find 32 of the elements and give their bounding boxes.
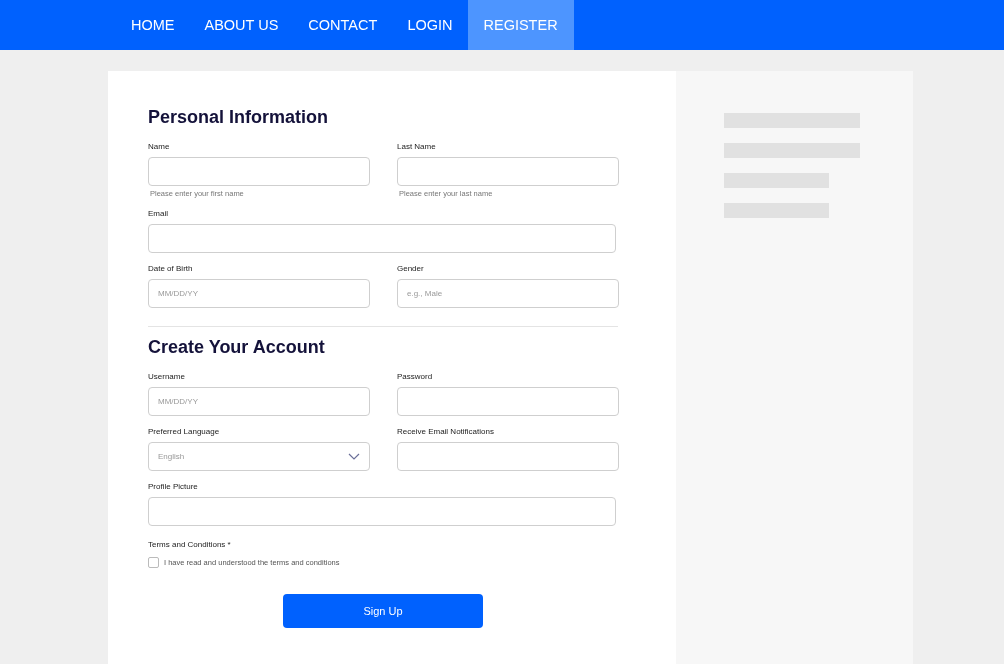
nav-link[interactable]: REGISTER [467,0,574,50]
input-field[interactable] [148,497,616,526]
field-label: Password [397,372,434,381]
checkbox[interactable] [148,557,159,568]
field-label: Profile Picture [148,482,199,491]
language-dropdown[interactable]: English [148,442,370,471]
section-heading: Personal Information [148,107,330,128]
nav-link[interactable]: LOGIN [392,0,468,50]
field-label: Gender [397,264,425,273]
field-label: Receive Email Notifications [397,427,495,436]
field-label: Preferred Language [148,427,221,436]
chevron-down-icon [348,453,360,460]
input-field[interactable] [397,442,619,471]
nav-link[interactable]: HOME [116,0,190,50]
input-field[interactable]: MM/DD/YY [148,387,370,416]
nav-link[interactable]: ABOUT US [189,0,294,50]
input-field[interactable]: MM/DD/YY [148,279,370,308]
terms-label: Terms and Conditions * [148,540,232,549]
input-field[interactable]: e.g., Male [397,279,619,308]
field-label: Username [148,372,186,381]
nav-link[interactable]: CONTACT [293,0,393,50]
field-label: Last Name [397,142,437,151]
dropdown-value: English [158,452,185,461]
field-label: Date of Birth [148,264,194,273]
input-field[interactable] [148,157,370,186]
input-field[interactable] [148,224,616,253]
input-field[interactable] [397,157,619,186]
field-label: Email [148,209,169,218]
input-field[interactable] [397,387,619,416]
section-heading: Create Your Account [148,337,326,358]
field-label: Name [148,142,171,151]
sign-up-button[interactable]: Sign Up [283,594,483,628]
